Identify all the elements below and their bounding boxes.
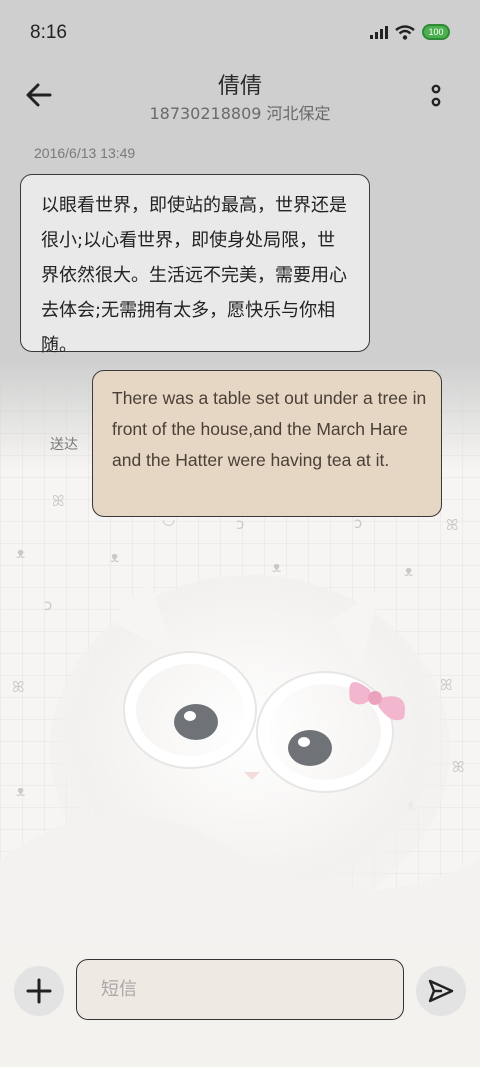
- doodle: ꕤ: [446, 516, 459, 534]
- message-composer: [0, 940, 480, 1067]
- send-icon: [428, 979, 454, 1003]
- outgoing-message-bubble[interactable]: There was a table set out under a tree i…: [92, 370, 442, 517]
- message-input[interactable]: [76, 959, 404, 1020]
- add-attachment-button[interactable]: [14, 966, 64, 1016]
- battery-icon: 100: [422, 24, 450, 40]
- plus-icon: [26, 978, 52, 1004]
- cat-wallpaper-illustration: [0, 575, 480, 940]
- status-icons: 100: [370, 24, 450, 40]
- wifi-icon: [395, 24, 415, 40]
- status-bar: 8:16 100: [0, 0, 480, 66]
- status-time: 8:16: [30, 22, 67, 43]
- send-button[interactable]: [416, 966, 466, 1016]
- message-timestamp: 2016/6/13 13:49: [34, 145, 136, 161]
- bunny-doodle: ꕤ: [52, 492, 65, 510]
- more-vertical-icon[interactable]: [426, 82, 446, 112]
- signal-icon: [370, 26, 388, 39]
- conversation-header: 倩倩 18730218809 河北保定: [0, 66, 480, 130]
- contact-number-location: 18730218809 河北保定: [149, 104, 331, 123]
- contact-name: 倩倩: [217, 74, 262, 99]
- delivery-status: 送达: [50, 437, 78, 453]
- doodle: ↄ: [236, 515, 245, 533]
- incoming-message-bubble[interactable]: 以眼看世界，即使站的最高，世界还是很小;以心看世界，即使身处局限，世界依然很大。…: [20, 174, 370, 356]
